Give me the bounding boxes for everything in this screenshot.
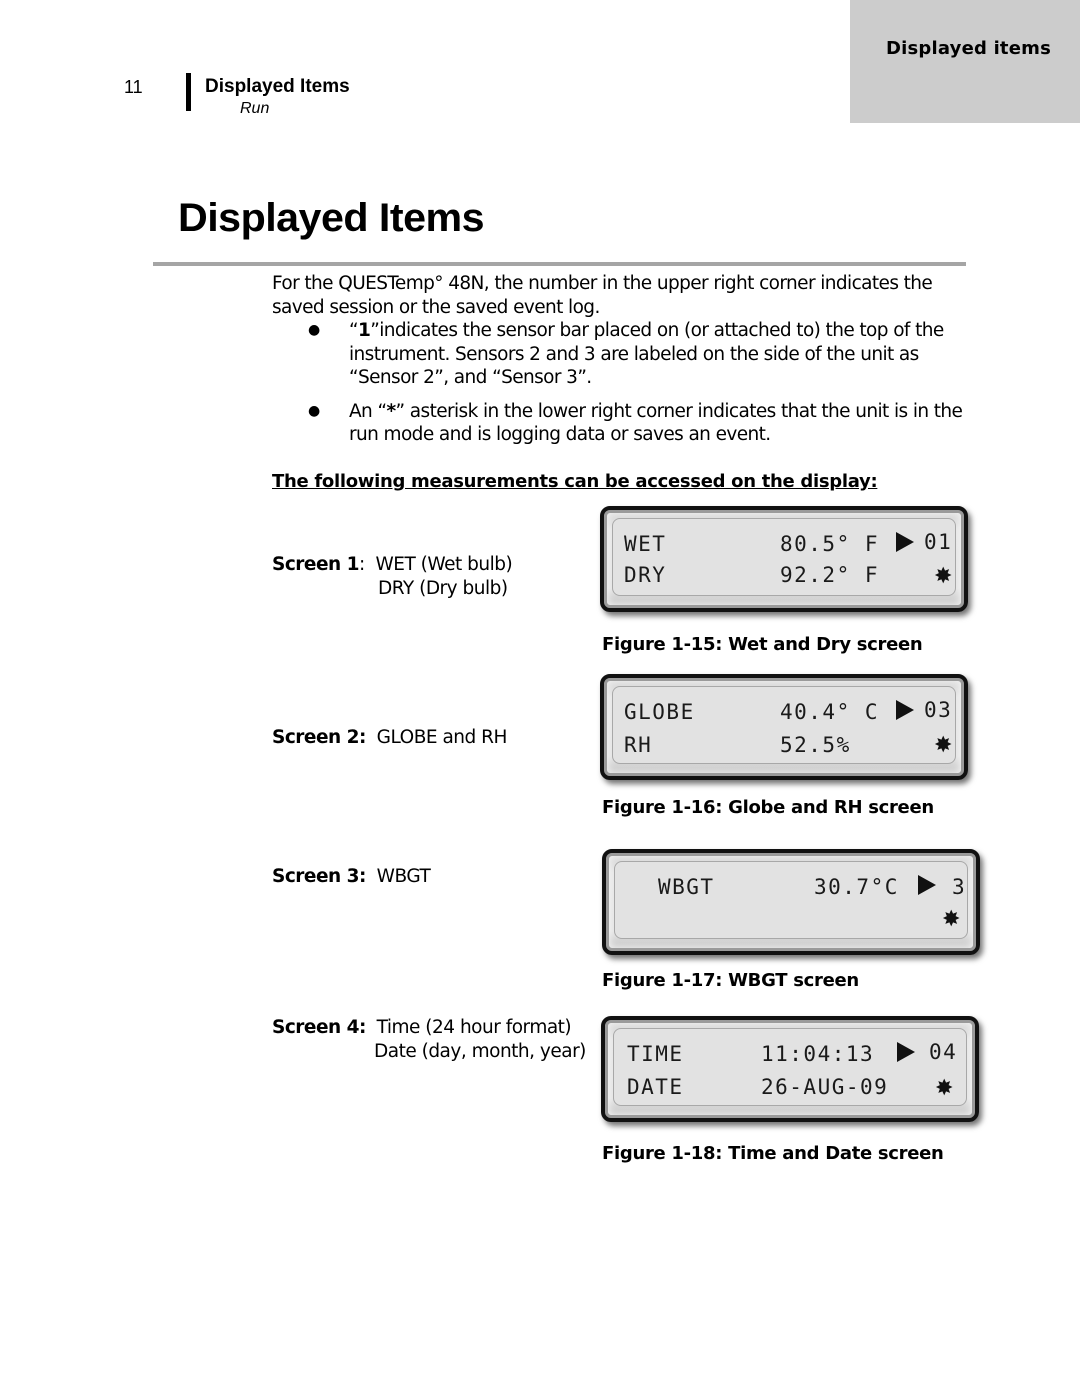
play-arrow-icon: [918, 875, 936, 895]
section-tab: Displayed items: [850, 0, 1080, 123]
play-arrow-icon: [896, 700, 914, 720]
separator: [366, 727, 377, 748]
lcd-display-globe-rh: GLOBE 40.4° C 03 RH 52.5% ✸: [600, 674, 968, 780]
lcd-session-number: 01: [924, 530, 953, 554]
bullet-item: ● An “*” asterisk in the lower right cor…: [272, 400, 972, 447]
screen-4-label: Screen 4: Time (24 hour format) Date (da…: [272, 1016, 586, 1063]
bullet-text: “: [349, 320, 359, 341]
figure-caption: Figure 1-16: Globe and RH screen: [602, 797, 934, 818]
running-header-subtitle: Run: [240, 100, 270, 117]
screen-desc: WBGT: [376, 866, 431, 887]
lcd-row1-label: TIME: [627, 1042, 684, 1066]
figure-caption: Figure 1-17: WBGT screen: [602, 970, 859, 991]
play-arrow-icon: [896, 532, 914, 552]
bullet-text: ”indicates the sensor bar placed on (or …: [349, 320, 944, 388]
page-title: Displayed Items: [178, 196, 485, 240]
lcd-display-wet-dry: WET 80.5° F 01 DRY 92.2° F ✸: [600, 506, 968, 612]
lcd-row1-label: WET: [624, 532, 667, 556]
lcd-row2-value: 92.2° F: [780, 563, 880, 587]
intro-section: For the QUESTemp° 48N, the number in the…: [272, 272, 972, 457]
separator: [366, 866, 377, 887]
lcd-row2-value: 52.5%: [780, 733, 851, 757]
sub-heading: The following measurements can be access…: [272, 471, 878, 492]
lcd-row1-value: 80.5° F: [780, 532, 880, 556]
screen-2-label: Screen 2: GLOBE and RH: [272, 726, 507, 750]
logging-asterisk-icon: ✸: [934, 564, 953, 589]
separator: :: [359, 554, 376, 575]
screen-1-label: Screen 1: WET (Wet bulb) DRY (Dry bulb): [272, 553, 513, 600]
play-arrow-icon: [897, 1042, 915, 1062]
page-number: 11: [124, 77, 143, 97]
lcd-session-number: 03: [924, 698, 953, 722]
lcd-row1-value: 11:04:13: [761, 1042, 875, 1066]
lcd-row1-value: 40.4° C: [780, 700, 880, 724]
screen-name: Screen 1: [272, 554, 360, 575]
bullet-item: ● “1”indicates the sensor bar placed on (…: [272, 319, 972, 390]
lcd-row2-label: RH: [624, 733, 653, 757]
bullet-text: ” asterisk in the lower right corner ind…: [349, 400, 963, 446]
lcd-row1-label: WBGT: [658, 875, 715, 899]
screen-3-label: Screen 3: WBGT: [272, 865, 431, 889]
screen-desc: WET (Wet bulb): [375, 554, 513, 575]
screen-name: Screen 3:: [272, 866, 366, 887]
logging-asterisk-icon: ✸: [935, 1076, 954, 1101]
screen-desc: DRY (Dry bulb): [378, 577, 508, 599]
header-divider: [186, 73, 191, 111]
bullet-list: ● “1”indicates the sensor bar placed on (…: [272, 319, 972, 447]
lcd-session-number: 3: [952, 875, 967, 899]
lcd-row2-label: DRY: [624, 563, 667, 587]
separator: [366, 1017, 377, 1038]
lcd-display-wbgt: WBGT 30.7°C 3 ✸: [602, 849, 980, 955]
screen-desc: Time (24 hour format): [376, 1017, 572, 1038]
running-header-title: Displayed Items: [205, 76, 350, 97]
logging-asterisk-icon: ✸: [942, 907, 961, 932]
intro-paragraph: For the QUESTemp° 48N, the number in the…: [272, 273, 933, 318]
bullet-text: An “: [349, 400, 387, 422]
logging-asterisk-icon: ✸: [934, 733, 953, 758]
lcd-panel: [614, 861, 968, 939]
lcd-session-number: 04: [929, 1040, 958, 1064]
lcd-row2-value: 26-AUG-09: [761, 1075, 889, 1099]
bullet-bold: *: [386, 400, 396, 422]
screen-desc: GLOBE and RH: [376, 727, 508, 748]
figure-caption: Figure 1-15: Wet and Dry screen: [602, 634, 923, 655]
lcd-row1-value: 30.7°C: [814, 875, 899, 899]
screen-name: Screen 2:: [272, 727, 366, 748]
bullet-bold: 1: [357, 320, 371, 341]
screen-desc: Date (day, month, year): [374, 1040, 586, 1062]
title-rule: [153, 262, 966, 266]
bullet-icon: ●: [308, 402, 320, 419]
lcd-row2-label: DATE: [627, 1075, 684, 1099]
figure-caption: Figure 1-18: Time and Date screen: [602, 1143, 944, 1164]
lcd-display-time-date: TIME 11:04:13 04 DATE 26-AUG-09 ✸: [601, 1016, 979, 1122]
screen-name: Screen 4:: [272, 1017, 366, 1038]
bullet-icon: ●: [308, 322, 320, 338]
lcd-row1-label: GLOBE: [624, 700, 695, 724]
section-tab-label: Displayed items: [886, 38, 1052, 59]
